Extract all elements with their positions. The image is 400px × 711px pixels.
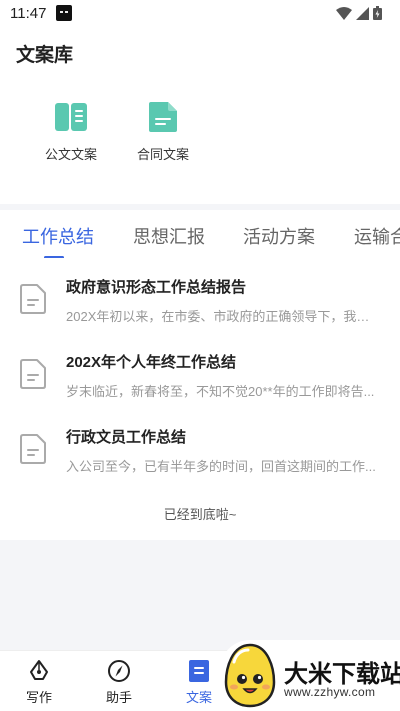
document-item[interactable]: 政府意识形态工作总结报告 202X年初以来，在市委、市政府的正确领导下，我院..…	[0, 266, 400, 336]
top-panel: 文案库 公文文案 合同文案	[0, 28, 400, 204]
document-title: 202X年个人年终工作总结	[66, 354, 237, 371]
battery-icon	[373, 6, 382, 20]
nav-label: 写作	[25, 690, 52, 705]
status-indicators	[336, 6, 382, 20]
nav-write[interactable]: 写作	[14, 659, 64, 706]
status-bar: 11:47	[0, 0, 400, 28]
document-icon	[189, 660, 209, 682]
mascot-icon	[224, 643, 276, 708]
page-title: 文案库	[16, 45, 74, 66]
document-description: 岁末临近，新春将至，不知不觉20**年的工作即将告...	[66, 384, 375, 399]
document-icon	[20, 284, 46, 314]
list-end-message: 已经到底啦~	[163, 507, 237, 522]
main-panel: 工作总结 思想汇报 活动方案 运输合 政府意识形态工作总结报告 202X年初以来…	[0, 210, 400, 540]
document-description: 202X年初以来，在市委、市政府的正确领导下，我院...	[66, 309, 380, 324]
category-contract-docs[interactable]: 合同文案	[128, 100, 198, 163]
tab-transport-contract[interactable]: 运输合	[354, 223, 400, 249]
category-label: 公文文案	[44, 147, 97, 162]
category-official-docs[interactable]: 公文文案	[36, 100, 106, 163]
document-title: 政府意识形态工作总结报告	[66, 279, 247, 296]
document-title: 行政文员工作总结	[66, 429, 187, 446]
wifi-icon	[336, 6, 352, 20]
status-time: 11:47	[10, 5, 47, 22]
nav-assistant[interactable]: 助手	[94, 659, 144, 706]
nav-copywriting[interactable]: 文案	[174, 659, 224, 706]
tab-thought-report[interactable]: 思想汇报	[133, 223, 205, 249]
category-label: 合同文案	[136, 147, 189, 162]
document-icon	[149, 102, 177, 132]
tab-indicator	[44, 256, 64, 258]
tab-activity-plan[interactable]: 活动方案	[243, 223, 315, 249]
document-item[interactable]: 行政文员工作总结 入公司至今，已有半年多的时间，回首这期间的工作...	[0, 416, 400, 486]
watermark-url: www.zzhyw.com	[284, 685, 376, 699]
nav-label: 助手	[105, 690, 132, 705]
book-icon	[55, 103, 87, 131]
watermark-text: 大米下载站	[284, 661, 400, 688]
tab-bar: 工作总结 思想汇报 活动方案 运输合	[0, 210, 400, 258]
document-description: 入公司至今，已有半年多的时间，回首这期间的工作...	[66, 459, 376, 474]
document-item[interactable]: 202X年个人年终工作总结 岁末临近，新春将至，不知不觉20**年的工作即将告.…	[0, 341, 400, 411]
document-icon	[20, 359, 46, 389]
compass-icon	[108, 660, 130, 682]
pen-icon	[30, 660, 48, 680]
watermark: 大米下载站 www.zzhyw.com	[220, 640, 400, 711]
nav-label: 文案	[185, 690, 212, 705]
document-icon	[20, 434, 46, 464]
tab-work-summary[interactable]: 工作总结	[22, 223, 94, 249]
app-notification-icon	[56, 5, 72, 21]
signal-icon	[356, 6, 369, 20]
